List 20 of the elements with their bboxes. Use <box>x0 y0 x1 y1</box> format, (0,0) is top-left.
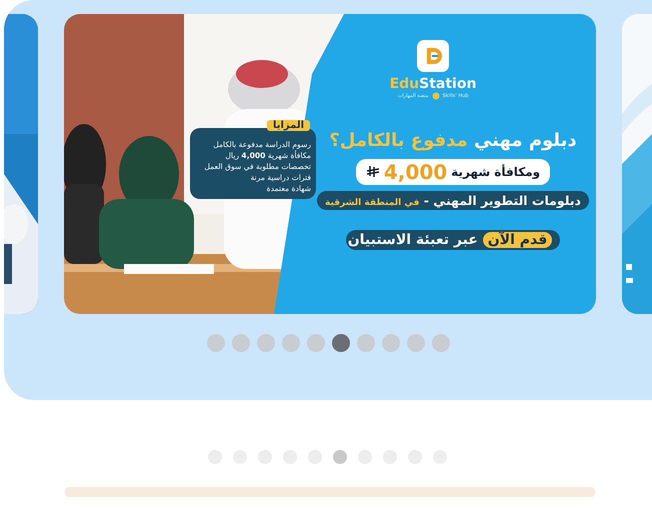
pagination-dot[interactable] <box>357 334 375 352</box>
pagination-dot[interactable] <box>307 334 325 352</box>
pagination-dot[interactable] <box>207 334 225 352</box>
pagination-dot[interactable] <box>257 334 275 352</box>
apply-banner: قدم الآن عبر تعبئة الاستبيان <box>346 230 560 250</box>
hub-icon <box>432 92 440 100</box>
pagination-dot[interactable] <box>382 334 400 352</box>
brand-name: EduStation <box>390 76 476 92</box>
stipend-amount: 4,000 <box>384 160 448 184</box>
pagination-dot[interactable] <box>432 334 450 352</box>
pagination-dot[interactable] <box>232 334 250 352</box>
logo-icon <box>417 40 449 72</box>
pagination-dot[interactable] <box>407 334 425 352</box>
stipend-label: ومكافأة شهرية <box>451 165 540 180</box>
currency-icon <box>366 165 380 180</box>
pagination-dot[interactable] <box>332 334 350 352</box>
headline: دبلوم مهني مدفوع بالكامل؟ <box>328 129 578 153</box>
features-title: المزايا <box>266 120 310 131</box>
pagination-dot[interactable] <box>282 334 300 352</box>
program-pill: دبلومات التطوير المهني - في المنطقة الشرقية <box>317 191 589 210</box>
